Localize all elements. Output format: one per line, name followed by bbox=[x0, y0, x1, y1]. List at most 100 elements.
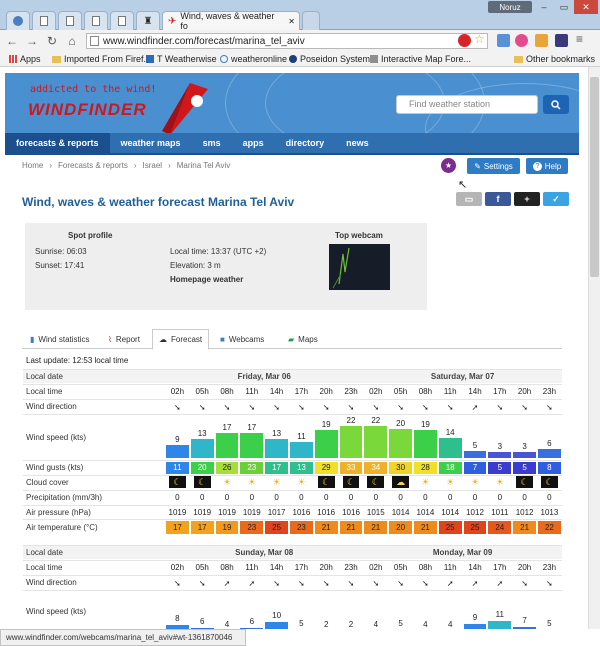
wind-speed-bar bbox=[488, 621, 512, 629]
wind-speed-value: 4 bbox=[447, 620, 453, 629]
pressure-value: 1019 bbox=[242, 508, 261, 517]
nav-news[interactable]: news bbox=[335, 133, 380, 153]
moon-icon: ☾ bbox=[169, 476, 186, 488]
wind-speed-value: 13 bbox=[272, 429, 282, 438]
pressure-value: 1016 bbox=[317, 508, 336, 517]
wind-speed-bar bbox=[339, 426, 363, 458]
help-button[interactable]: ? Help bbox=[526, 158, 568, 174]
tab-chrome-icon[interactable] bbox=[6, 11, 30, 30]
close-window-button[interactable]: ✕ bbox=[574, 0, 598, 14]
breadcrumb-forecasts[interactable]: Forecasts & reports bbox=[58, 161, 128, 170]
hour-label: 17h bbox=[294, 387, 309, 396]
site-tagline: addicted to the wind! bbox=[30, 84, 157, 95]
extension-icon-4[interactable] bbox=[555, 34, 568, 47]
user-badge[interactable]: Noruz bbox=[488, 1, 532, 13]
new-tab-button[interactable] bbox=[302, 11, 320, 30]
wind-speed-value: 5 bbox=[299, 619, 304, 628]
hour-label: 05h bbox=[393, 563, 408, 572]
reload-icon[interactable]: ↻ bbox=[44, 33, 60, 49]
wind-arrow-icon: ➘ bbox=[397, 403, 404, 412]
tab-blank-4[interactable] bbox=[110, 11, 134, 30]
precipitation-value: 0 bbox=[199, 493, 205, 502]
wind-speed-value: 3 bbox=[522, 442, 527, 451]
bookmark-weatheronline[interactable]: weatheronline bbox=[220, 53, 287, 65]
nav-apps[interactable]: apps bbox=[232, 133, 275, 153]
minimize-button[interactable]: – bbox=[534, 0, 554, 14]
google-plus-icon[interactable]: + bbox=[514, 192, 540, 206]
temperature-cell: 21 bbox=[414, 521, 437, 534]
forward-icon[interactable]: → bbox=[24, 33, 40, 49]
menu-icon[interactable]: ≡ bbox=[576, 32, 589, 46]
bookmark-weatherwise[interactable]: T Weatherwise bbox=[146, 53, 217, 65]
favorite-star-icon[interactable]: ★ bbox=[441, 158, 456, 173]
bookmark-interactive-map[interactable]: Interactive Map Fore... bbox=[370, 53, 471, 65]
nav-weather-maps[interactable]: weather maps bbox=[110, 133, 192, 153]
wind-speed-bar bbox=[513, 627, 536, 629]
hour-label: 20h bbox=[319, 387, 333, 396]
vertical-scrollbar[interactable] bbox=[588, 67, 600, 629]
precipitation-value: 0 bbox=[323, 493, 329, 502]
scroll-thumb[interactable] bbox=[590, 77, 599, 277]
bar-chart-icon: ▮ bbox=[30, 334, 35, 344]
tab-blank-3[interactable] bbox=[84, 11, 108, 30]
address-bar[interactable]: www.windfinder.com/forecast/marina_tel_a… bbox=[86, 33, 488, 49]
bookmark-other[interactable]: Other bookmarks bbox=[514, 53, 595, 65]
wind-arrow-icon: ➘ bbox=[298, 579, 305, 588]
tab-wind-statistics[interactable]: ▮ Wind statistics bbox=[24, 329, 96, 349]
site-logo[interactable]: WINDFINDER bbox=[28, 100, 147, 120]
home-icon[interactable]: ⌂ bbox=[64, 33, 80, 49]
wind-arrow-icon: ➘ bbox=[322, 403, 330, 412]
tab-maps[interactable]: ▰ Maps bbox=[282, 329, 324, 349]
nav-sms[interactable]: sms bbox=[192, 133, 232, 153]
temperature-cell: 21 bbox=[339, 521, 363, 534]
homepage-link[interactable]: Homepage weather bbox=[170, 275, 243, 284]
hour-label: 14h bbox=[269, 563, 284, 572]
breadcrumb-separator: › bbox=[133, 161, 137, 170]
elevation-text: Elevation: 3 m bbox=[170, 261, 221, 270]
tab-forecast[interactable]: ☁ Forecast bbox=[152, 329, 210, 350]
wind-speed-bar bbox=[463, 624, 487, 629]
extension-icon-3[interactable] bbox=[535, 34, 548, 47]
translate-icon[interactable] bbox=[497, 34, 510, 47]
back-icon[interactable]: ← bbox=[4, 33, 20, 49]
tab-blank-2[interactable] bbox=[58, 11, 82, 30]
bookmark-star-icon[interactable]: ☆ bbox=[474, 32, 487, 46]
row-label-pressure: Air pressure (hPa) bbox=[26, 508, 91, 517]
station-search-input[interactable]: Find weather station bbox=[396, 95, 538, 114]
wind-speed-value: 11 bbox=[495, 610, 504, 619]
poseidon-icon bbox=[289, 55, 297, 63]
wind-arrow-icon: ➘ bbox=[372, 579, 380, 588]
maximize-button[interactable]: ▭ bbox=[554, 0, 574, 14]
day-heading: Sunday, Mar 08 bbox=[235, 548, 294, 557]
wind-speed-value: 3 bbox=[497, 442, 503, 451]
webcam-thumbnail[interactable] bbox=[329, 244, 390, 290]
tab-report[interactable]: ⌇ Report bbox=[102, 329, 146, 349]
print-icon[interactable]: ▭ bbox=[456, 192, 482, 206]
breadcrumb-country[interactable]: Israel bbox=[143, 161, 163, 170]
wind-arrow-icon: ➘ bbox=[446, 403, 454, 412]
extension-icon-1[interactable] bbox=[458, 34, 471, 47]
tab-blank-1[interactable] bbox=[32, 11, 56, 30]
wind-speed-bar bbox=[314, 430, 338, 458]
settings-button[interactable]: ✎ Settings bbox=[467, 158, 520, 174]
extension-icon-2[interactable] bbox=[515, 34, 528, 47]
bookmark-apps[interactable]: Apps bbox=[9, 53, 41, 65]
search-button[interactable] bbox=[543, 95, 569, 114]
bookmark-imported[interactable]: Imported From Firef... bbox=[52, 53, 151, 65]
row-label-speed: Wind speed (kts) bbox=[26, 433, 87, 442]
nav-directory[interactable]: directory bbox=[275, 133, 336, 153]
twitter-icon[interactable]: ✓ bbox=[543, 192, 569, 206]
forecast-row: Wind speed (kts) 8 6 4 6 10 5 2 2 4 5 4 4 9 11 7 5 bbox=[23, 590, 562, 629]
close-icon[interactable]: ✕ bbox=[288, 17, 295, 26]
wind-speed-value: 4 bbox=[423, 620, 428, 629]
tab-rook-icon[interactable]: ♜ bbox=[136, 11, 160, 30]
tab-webcams[interactable]: ■ Webcams bbox=[214, 329, 270, 349]
nav-forecasts-reports[interactable]: forecasts & reports bbox=[5, 133, 110, 153]
breadcrumb-home[interactable]: Home bbox=[22, 161, 43, 170]
tab-windfinder[interactable]: ✈ Wind, waves & weather fo ✕ bbox=[162, 11, 300, 31]
hour-label: 08h bbox=[418, 387, 433, 396]
facebook-icon[interactable]: f bbox=[485, 192, 511, 206]
spot-profile-panel: Spot profile Sunrise: 06:03 Sunset: 17:4… bbox=[25, 223, 427, 310]
bookmark-poseidon[interactable]: Poseidon System bbox=[289, 53, 370, 65]
pressure-value: 1019 bbox=[168, 508, 187, 517]
